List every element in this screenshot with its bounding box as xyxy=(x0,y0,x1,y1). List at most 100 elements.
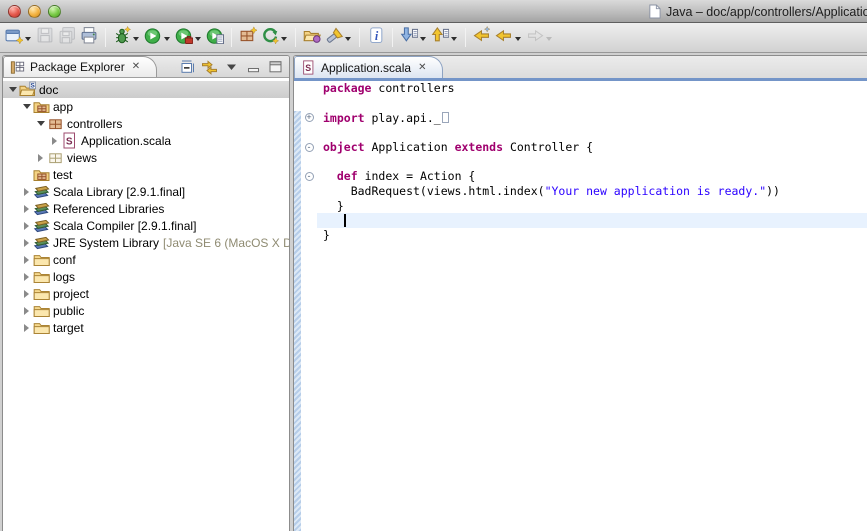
tree-item-scala-library-2-9-1-final[interactable]: Scala Library [2.9.1.final] xyxy=(3,183,289,200)
dropdown-arrow-icon[interactable] xyxy=(164,37,170,44)
code-line-9[interactable]: } xyxy=(301,199,867,214)
tree-item-doc[interactable]: Sdoc xyxy=(3,81,289,98)
code-token: Application xyxy=(365,140,455,154)
code-line-3[interactable]: +import play.api._ xyxy=(301,110,867,125)
collapse-arrow-icon[interactable] xyxy=(21,100,32,113)
collapse-all-button[interactable] xyxy=(178,58,196,76)
tree-item-public[interactable]: public xyxy=(3,302,289,319)
tree-item-conf[interactable]: conf xyxy=(3,251,289,268)
tree-item-project[interactable]: project xyxy=(3,285,289,302)
collapse-arrow-icon[interactable] xyxy=(7,83,18,96)
tree-item-referenced-libraries[interactable]: Referenced Libraries xyxy=(3,200,289,217)
tree-item-views[interactable]: views xyxy=(3,149,289,166)
fold-margin xyxy=(301,184,317,199)
code-line-text[interactable]: } xyxy=(317,228,867,243)
close-view-icon[interactable]: ✕ xyxy=(132,62,140,72)
code-line-text[interactable]: import play.api._ xyxy=(317,110,867,125)
new-package-button[interactable] xyxy=(237,26,259,50)
code-line-text[interactable] xyxy=(317,213,867,228)
previous-annotation-button[interactable] xyxy=(429,26,460,50)
tree-item-label: controllers xyxy=(67,117,122,131)
expand-arrow-icon[interactable] xyxy=(21,324,32,332)
fold-collapse-icon[interactable]: - xyxy=(305,172,314,181)
code-line-7[interactable]: - def index = Action { xyxy=(301,169,867,184)
expand-arrow-icon[interactable] xyxy=(21,256,32,264)
debug-button[interactable] xyxy=(111,26,142,50)
new-type-button[interactable] xyxy=(259,26,290,50)
tree-item-scala-compiler-2-9-1-final[interactable]: Scala Compiler [2.9.1.final] xyxy=(3,217,289,234)
expand-arrow-icon[interactable] xyxy=(21,273,32,281)
expand-arrow-icon[interactable] xyxy=(21,239,32,247)
tree-item-target[interactable]: target xyxy=(3,319,289,336)
dropdown-arrow-icon[interactable] xyxy=(546,37,552,44)
code-line-10[interactable] xyxy=(301,213,867,228)
maximize-button[interactable] xyxy=(266,58,284,76)
code-line-5[interactable]: -object Application extends Controller { xyxy=(301,140,867,155)
code-line-text[interactable]: def index = Action { xyxy=(317,169,867,184)
open-resource-button[interactable] xyxy=(301,26,323,50)
search-button[interactable] xyxy=(323,26,354,50)
run-external-button[interactable] xyxy=(173,26,204,50)
tab-application-scala[interactable]: S Application.scala ✕ xyxy=(294,56,443,78)
info-button[interactable]: i xyxy=(365,26,387,50)
expand-arrow-icon[interactable] xyxy=(21,307,32,315)
expand-arrow-icon[interactable] xyxy=(21,290,32,298)
editor-body[interactable]: package controllers+import play.api._-ob… xyxy=(294,81,867,531)
code-line-1[interactable]: package controllers xyxy=(301,81,867,96)
code-line-text[interactable] xyxy=(317,125,867,140)
minimize-button[interactable] xyxy=(244,58,262,76)
close-editor-icon[interactable]: ✕ xyxy=(418,63,426,73)
collapse-arrow-icon[interactable] xyxy=(35,117,46,130)
dropdown-arrow-icon[interactable] xyxy=(133,37,139,44)
tree-item-logs[interactable]: logs xyxy=(3,268,289,285)
code-line-text[interactable] xyxy=(317,96,867,111)
tree-item-app[interactable]: app xyxy=(3,98,289,115)
tree-item-test[interactable]: test xyxy=(3,166,289,183)
code-line-4[interactable] xyxy=(301,125,867,140)
link-with-editor-button[interactable] xyxy=(200,58,218,76)
code-area[interactable]: package controllers+import play.api._-ob… xyxy=(301,81,867,531)
print-button[interactable] xyxy=(78,26,100,50)
tab-package-explorer[interactable]: Package Explorer ✕ xyxy=(3,56,157,77)
expand-arrow-icon[interactable] xyxy=(21,188,32,196)
code-line-2[interactable] xyxy=(301,96,867,111)
code-line-text[interactable]: BadRequest(views.html.index("Your new ap… xyxy=(317,184,867,199)
back-button[interactable] xyxy=(493,26,524,50)
fold-collapse-icon[interactable]: - xyxy=(305,143,314,152)
fold-margin xyxy=(301,213,317,228)
dropdown-arrow-icon[interactable] xyxy=(451,37,457,44)
expand-arrow-icon[interactable] xyxy=(21,205,32,213)
code-line-8[interactable]: BadRequest(views.html.index("Your new ap… xyxy=(301,184,867,199)
run-button[interactable] xyxy=(142,26,173,50)
close-window-button[interactable] xyxy=(8,5,21,18)
view-menu-button[interactable] xyxy=(222,58,240,76)
fold-expand-icon[interactable]: + xyxy=(305,113,314,122)
code-line-text[interactable] xyxy=(317,154,867,169)
dropdown-arrow-icon[interactable] xyxy=(281,37,287,44)
code-line-6[interactable] xyxy=(301,154,867,169)
dropdown-arrow-icon[interactable] xyxy=(345,37,351,44)
expand-arrow-icon[interactable] xyxy=(21,222,32,230)
dropdown-arrow-icon[interactable] xyxy=(515,37,521,44)
code-line-11[interactable]: } xyxy=(301,228,867,243)
new-wizard-button[interactable] xyxy=(3,26,34,50)
dropdown-arrow-icon[interactable] xyxy=(420,37,426,44)
dropdown-arrow-icon[interactable] xyxy=(25,37,31,44)
tree-item-application-scala[interactable]: SApplication.scala xyxy=(3,132,289,149)
code-token: controllers xyxy=(371,81,454,95)
expand-arrow-icon[interactable] xyxy=(35,154,46,162)
expand-arrow-icon[interactable] xyxy=(49,137,60,145)
toolbar-separator xyxy=(392,28,393,47)
dropdown-arrow-icon[interactable] xyxy=(195,37,201,44)
tree-item-controllers[interactable]: controllers xyxy=(3,115,289,132)
code-line-text[interactable]: object Application extends Controller { xyxy=(317,140,867,155)
next-annotation-button[interactable] xyxy=(398,26,429,50)
tree-item-jre-system-library[interactable]: JRE System Library[Java SE 6 (MacOS X De… xyxy=(3,234,289,251)
minimize-window-button[interactable] xyxy=(28,5,41,18)
zoom-window-button[interactable] xyxy=(48,5,61,18)
run-last-button[interactable] xyxy=(204,26,226,50)
code-line-text[interactable]: package controllers xyxy=(317,81,867,96)
code-line-text[interactable]: } xyxy=(317,199,867,214)
last-edit-location-button[interactable] xyxy=(471,26,493,50)
tree-item-label: logs xyxy=(53,270,75,284)
